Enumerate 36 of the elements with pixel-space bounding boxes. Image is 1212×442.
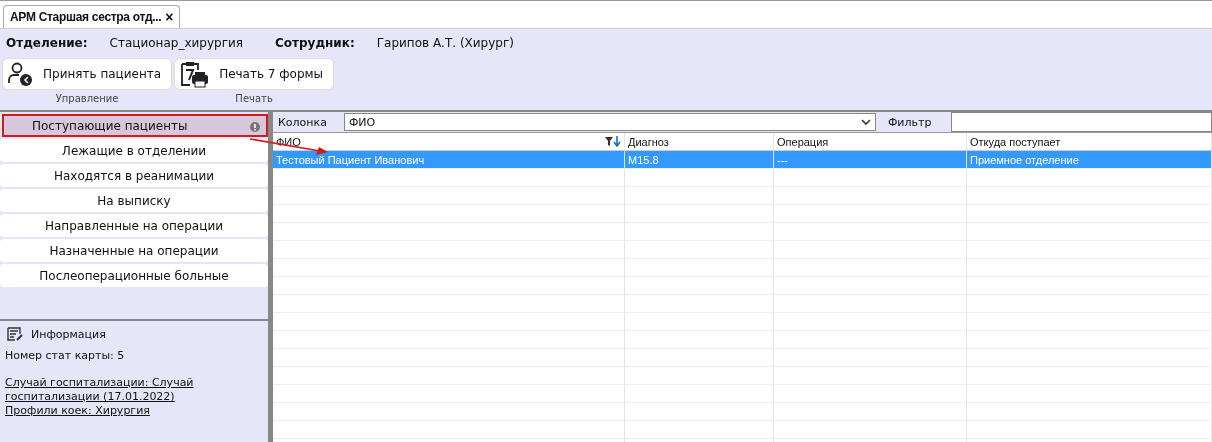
sidebar-item[interactable]: Направленные на операции — [0, 214, 268, 237]
department-value: Стационар_хирургия — [109, 36, 243, 50]
column-header[interactable]: Откуда поступает — [967, 133, 1212, 150]
filter-input[interactable] — [951, 112, 1212, 132]
table-cell: Приемное отделение — [967, 151, 1212, 168]
user-arrow-icon — [7, 61, 33, 87]
chevron-down-icon — [860, 118, 871, 126]
info-link[interactable]: Профили коек: Хирургия — [5, 404, 195, 418]
column-label: Колонка — [278, 115, 327, 129]
accept-patient-button[interactable]: Принять пациента — [2, 58, 173, 90]
sidebar-item[interactable]: Послеоперационные больные — [0, 264, 268, 287]
sidebar-item[interactable]: На выписку — [0, 189, 268, 212]
card-number-text: Номер стат карты: 5 — [5, 349, 126, 362]
info-link[interactable]: Случай госпитализации: Случай госпитализации (17.01.2022) — [5, 376, 195, 404]
employee-value: Гарипов А.Т. (Хирург) — [376, 36, 514, 50]
sidebar-item[interactable]: Лежащие в отделении — [0, 139, 268, 162]
print-button[interactable]: Печать 7 формы — [174, 58, 335, 90]
filter-sort-icon[interactable] — [605, 136, 621, 147]
note-icon — [7, 327, 23, 341]
group-label: Управление — [55, 93, 119, 104]
column-header[interactable]: Операция — [774, 133, 967, 150]
table-cell: --- — [774, 151, 967, 168]
document-tab[interactable]: АРМ Старшая сестра отд... × — [3, 5, 181, 28]
filter-label: Фильтр — [887, 115, 932, 129]
info-title: Информация — [31, 327, 106, 341]
table-cell: M15.8 — [625, 151, 774, 168]
sidebar-item[interactable]: Находятся в реанимации — [0, 164, 268, 187]
sidebar-item[interactable]: Назначенные на операции — [0, 239, 268, 262]
employee-label: Сотрудник: — [274, 36, 355, 50]
department-label: Отделение: — [6, 36, 88, 50]
column-header[interactable]: Диагноз — [625, 133, 774, 150]
column-dropdown[interactable]: ФИО — [343, 113, 876, 131]
sidebar-item[interactable]: Поступающие пациенты — [2, 114, 268, 137]
group-label: Печать — [235, 93, 273, 104]
close-icon[interactable]: × — [165, 9, 174, 25]
clipboard-printer-icon — [179, 60, 210, 88]
